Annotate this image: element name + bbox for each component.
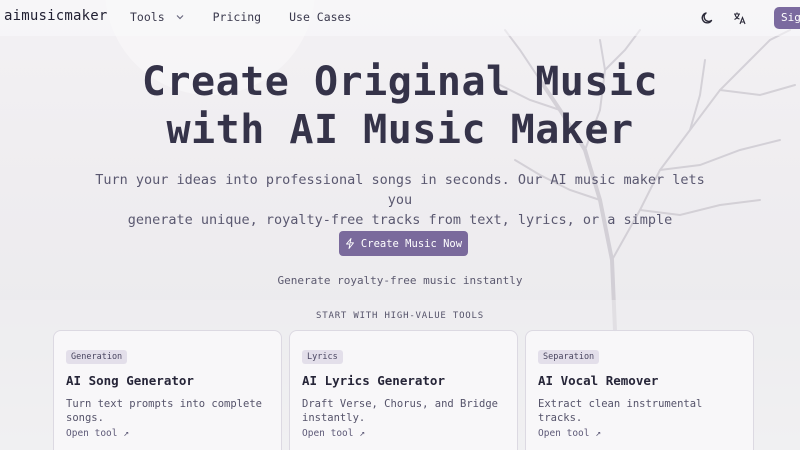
card-description: Turn text prompts into complete songs. — [66, 398, 262, 424]
nav-actions: Sig — [696, 6, 800, 30]
site-logo[interactable]: aimusicmaker — [4, 8, 108, 24]
hero-title-line-2: with AI Music Maker — [166, 107, 634, 153]
chevron-down-icon — [176, 15, 184, 20]
card-badge: Separation — [538, 350, 600, 364]
nav-tools-label: Tools — [130, 10, 165, 24]
page: aimusicmaker Tools Pricing Use Cases Sig — [0, 0, 800, 450]
nav-pricing-label: Pricing — [212, 10, 262, 24]
nav-use-cases[interactable]: Use Cases — [289, 10, 351, 24]
open-tool-link[interactable]: Open tool ↗ — [66, 428, 129, 439]
nav-pricing[interactable]: Pricing — [213, 10, 261, 24]
lightning-icon — [345, 238, 354, 249]
sign-in-button[interactable]: Sig — [774, 7, 800, 29]
nav-use-cases-label: Use Cases — [289, 10, 352, 24]
language-button[interactable] — [728, 6, 752, 30]
nav-links: Tools Pricing Use Cases — [130, 10, 379, 24]
card-description: Extract clean instrumental tracks. — [538, 398, 703, 424]
tool-card-vocal-remover[interactable]: Separation AI Vocal Remover Extract clea… — [525, 330, 754, 450]
card-badge: Lyrics — [302, 350, 343, 364]
create-music-label: Create Music Now — [360, 237, 463, 250]
hero-subtitle-line-1: Turn your ideas into professional songs … — [95, 172, 705, 208]
hero-title-line-1: Create Original Music — [141, 59, 659, 105]
card-title: AI Vocal Remover — [538, 373, 659, 388]
translate-icon — [734, 12, 746, 25]
nav-tools[interactable]: Tools — [130, 10, 185, 24]
hero-title: Create Original Music with AI Music Make… — [0, 58, 800, 154]
open-tool-link[interactable]: Open tool ↗ — [538, 428, 601, 439]
moon-icon — [701, 12, 713, 24]
theme-toggle-button[interactable] — [696, 6, 720, 30]
create-music-button[interactable]: Create Music Now — [339, 231, 468, 256]
hero-hint: Generate royalty-free music instantly — [277, 274, 523, 287]
tool-card-lyrics-generator[interactable]: Lyrics AI Lyrics Generator Draft Verse, … — [289, 330, 518, 450]
card-title: AI Song Generator — [66, 373, 194, 388]
top-nav: aimusicmaker Tools Pricing Use Cases Sig — [0, 0, 800, 36]
tool-card-song-generator[interactable]: Generation AI Song Generator Turn text p… — [53, 330, 282, 450]
card-badge: Generation — [66, 350, 128, 364]
open-tool-link[interactable]: Open tool ↗ — [302, 428, 365, 439]
tools-section-label: START WITH HIGH-VALUE TOOLS — [316, 311, 484, 321]
card-description: Draft Verse, Chorus, and Bridge instantl… — [302, 398, 498, 424]
card-title: AI Lyrics Generator — [302, 373, 445, 388]
